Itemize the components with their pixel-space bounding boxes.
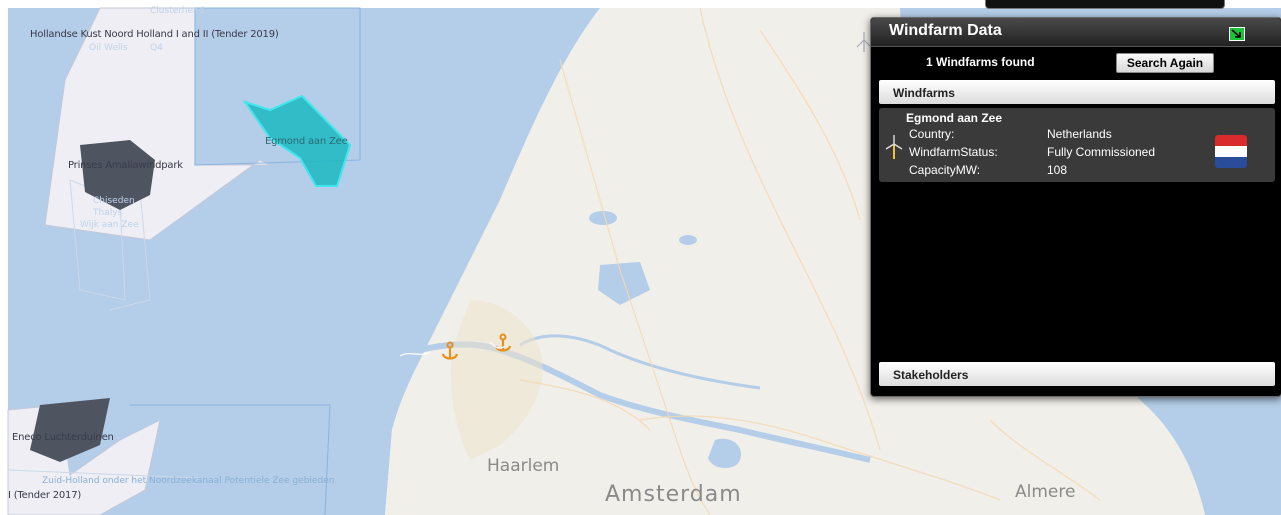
panel-title: Windfarm Data (889, 22, 1002, 39)
lake (679, 235, 697, 245)
map-label-eneco: Eneco Luchterduinen (12, 432, 114, 443)
lake (589, 211, 617, 225)
map-label-amsterdam: Amsterdam (605, 482, 742, 507)
map-label-wijk-aan-zee: Wijk aan Zee (80, 220, 139, 230)
map-label-oil-wells: Oil Wells (89, 43, 128, 53)
search-again-button[interactable]: Search Again (1116, 53, 1214, 73)
map-label-prinses-amalia: Prinses Amaliawindpark (68, 160, 183, 171)
results-bar: 1 Windfarms found Search Again (871, 47, 1281, 77)
netherlands-flag-icon (1215, 135, 1247, 168)
results-count: 1 Windfarms found (926, 55, 1035, 69)
wind-turbine-icon (885, 135, 903, 159)
status-label: WindfarmStatus: (909, 145, 998, 159)
top-toolbar-edge (985, 0, 1225, 9)
status-value: Fully Commissioned (1047, 145, 1156, 159)
map-label-clusterhead: Clusterhead (150, 6, 205, 16)
windfarm-name: Egmond aan Zee (906, 111, 1003, 125)
map-label-haarlem: Haarlem (487, 456, 560, 476)
windfarm-list-item[interactable]: Egmond aan Zee Country: Netherlands Wind… (879, 108, 1275, 182)
windfarms-section-header[interactable]: Windfarms (879, 80, 1275, 104)
collapse-toggle-icon[interactable] (1229, 27, 1245, 41)
map-label-zuid-holland: Zuid-Holland onder het Noordzeekanaal Po… (42, 476, 335, 486)
stakeholders-section-header[interactable]: Stakeholders (879, 362, 1275, 386)
map-label-hollandse-kust: Hollandse Kust Noord Holland I and II (T… (30, 29, 279, 40)
capacity-value: 108 (1047, 163, 1068, 177)
windfarm-data-panel: Windfarm Data 1 Windfarms found Search A… (870, 17, 1281, 397)
map-label-q4: Q4 (150, 43, 163, 53)
country-label: Country: (909, 127, 955, 141)
map-label-chiseden: Chiseden (93, 196, 135, 206)
map-label-thalys: Thalys (93, 208, 123, 218)
capacity-label: CapacityMW: (909, 163, 981, 177)
country-value: Netherlands (1047, 127, 1112, 141)
map-label-egmond-aan-zee: Egmond aan Zee (265, 136, 348, 147)
map-label-tender-2017: I (Tender 2017) (8, 490, 82, 501)
map-label-almere: Almere (1015, 482, 1076, 502)
panel-header[interactable]: Windfarm Data (871, 18, 1281, 47)
